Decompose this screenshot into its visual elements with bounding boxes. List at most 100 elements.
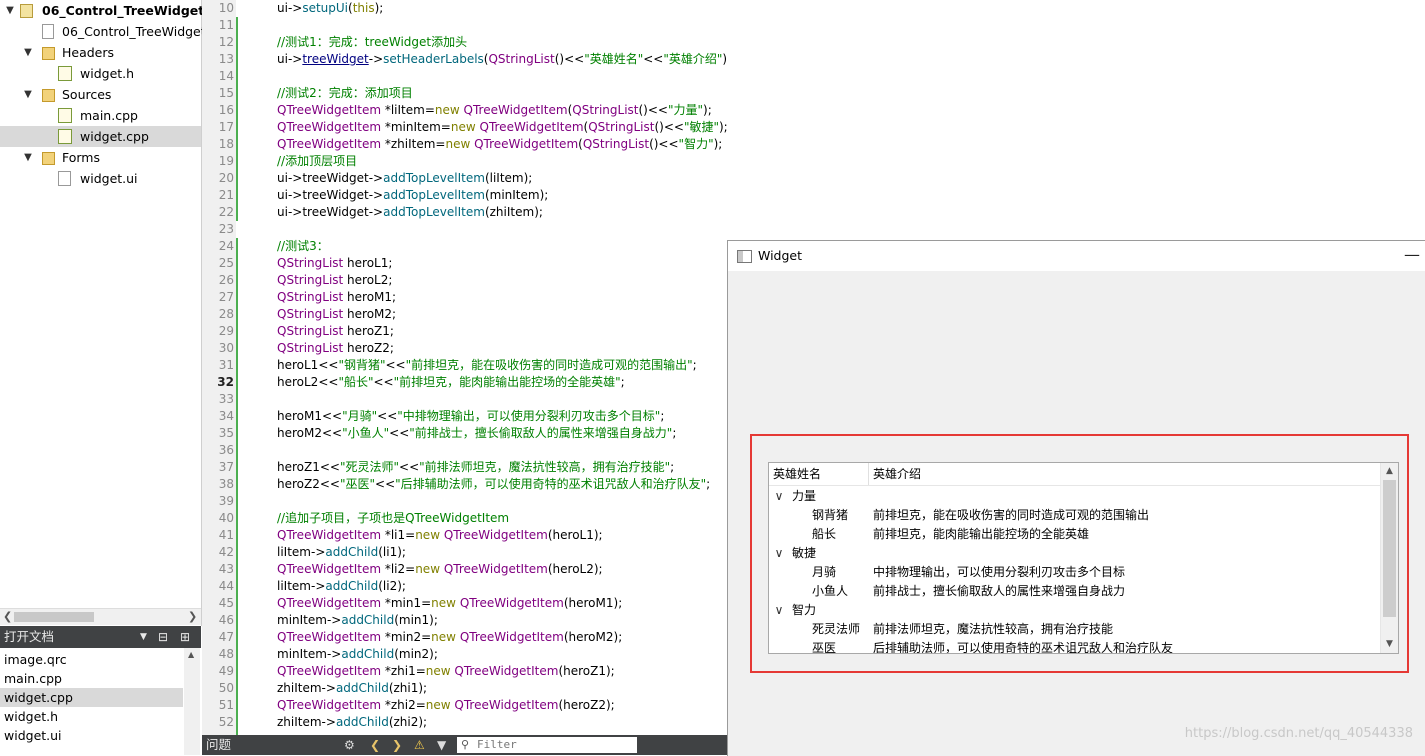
scroll-left-icon[interactable]: ❮	[3, 609, 12, 625]
code-line[interactable]: QStringList heroL2;	[277, 272, 392, 289]
code-line[interactable]: heroL1<<"钢背猪"<<"前排坦克，能在吸收伤害的同时造成可观的范围输出"…	[277, 357, 697, 374]
next-icon[interactable]: ❯	[392, 738, 402, 752]
code-line[interactable]: QTreeWidgetItem *zhi2=new QTreeWidgetIte…	[277, 697, 615, 714]
code-line[interactable]: liItem->addChild(li1);	[277, 544, 406, 561]
close-icon[interactable]: —	[1404, 243, 1420, 267]
filter-icon[interactable]: ▼	[437, 738, 446, 752]
scroll-up-icon[interactable]: ▲	[188, 650, 194, 659]
code-line[interactable]: zhiItem->addChild(zhi1);	[277, 680, 427, 697]
code-line[interactable]: QStringList heroM2;	[277, 306, 396, 323]
tree-child-item[interactable]: 船长 前排坦克，能肉能输出能控场的全能英雄	[769, 525, 1381, 544]
code-line[interactable]: heroZ2<<"巫医"<<"后排辅助法师，可以使用奇特的巫术诅咒敌人和治疗队友…	[277, 476, 710, 493]
chevron-down-icon[interactable]: ▼	[22, 147, 34, 168]
scroll-down-icon[interactable]: ▼	[1381, 639, 1398, 649]
tree-child-item[interactable]: 巫医 后排辅助法师，可以使用奇特的巫术诅咒敌人和治疗队友	[769, 639, 1381, 653]
code-line[interactable]: //测试2：完成：添加项目	[277, 85, 413, 102]
cpp-file-icon	[58, 129, 72, 144]
code-line[interactable]: heroM2<<"小鱼人"<<"前排战士，擅长偷取敌人的属性来增强自身战力";	[277, 425, 676, 442]
code-line[interactable]: ui->setupUi(this);	[277, 0, 383, 17]
chevron-down-icon[interactable]: ▼	[22, 42, 34, 63]
project-root[interactable]: ▼ 06_Control_TreeWidget	[0, 0, 204, 21]
code-line[interactable]: heroZ1<<"死灵法师"<<"前排法师坦克，魔法抗性较高，拥有治疗技能";	[277, 459, 674, 476]
open-docs-scrollbar[interactable]: ▲	[184, 648, 200, 755]
code-line[interactable]: QTreeWidgetItem *li2=new QTreeWidgetItem…	[277, 561, 603, 578]
code-line[interactable]: ui->treeWidget->setHeaderLabels(QStringL…	[277, 51, 727, 68]
scroll-thumb[interactable]	[14, 612, 94, 622]
chevron-down-icon[interactable]: ▼	[4, 0, 16, 21]
tree-child-item[interactable]: 钢背猪 前排坦克，能在吸收伤害的同时造成可观的范围输出	[769, 506, 1381, 525]
tree-item-pro-file[interactable]: 06_Control_TreeWidget.	[0, 21, 210, 42]
tree-item-widget-ui[interactable]: widget.ui	[0, 168, 201, 189]
warning-icon[interactable]: ⚠	[414, 738, 425, 752]
code-line[interactable]: //添加顶层项目	[277, 153, 357, 170]
line-number: 46	[218, 613, 234, 627]
code-line[interactable]: minItem->addChild(min2);	[277, 646, 438, 663]
code-line[interactable]: QStringList heroL1;	[277, 255, 392, 272]
dropdown-icon[interactable]: ▼	[140, 626, 147, 648]
build-icon[interactable]: ⚙	[344, 738, 355, 752]
code-line[interactable]: QTreeWidgetItem *min1=new QTreeWidgetIte…	[277, 595, 622, 612]
code-line[interactable]: QTreeWidgetItem *min2=new QTreeWidgetIte…	[277, 629, 622, 646]
tree-scrollbar[interactable]: ▲ ▼	[1380, 463, 1398, 653]
tree-item-headers[interactable]: ▼ Headers	[0, 42, 201, 63]
code-line[interactable]: zhiItem->addChild(zhi2);	[277, 714, 427, 731]
tree-top-item[interactable]: ∨ 智力	[769, 601, 1381, 620]
line-number: 43	[218, 562, 234, 576]
code-line[interactable]: ui->treeWidget->addTopLevelItem(liItem);	[277, 170, 532, 187]
tree-item-forms[interactable]: ▼ Forms	[0, 147, 201, 168]
open-doc-item[interactable]: widget.cpp	[0, 688, 183, 707]
split-icon[interactable]: ⊟	[158, 626, 168, 648]
tree-child-item[interactable]: 小鱼人 前排战士，擅长偷取敌人的属性来增强自身战力	[769, 582, 1381, 601]
code-line[interactable]: heroL2<<"船长"<<"前排坦克，能肉能输出能控场的全能英雄";	[277, 374, 625, 391]
open-documents-list[interactable]: image.qrc main.cpp widget.cpp widget.h w…	[0, 648, 201, 755]
chevron-down-icon[interactable]: ▼	[22, 84, 34, 105]
code-editor[interactable]: ui->setupUi(this); //测试1：完成：treeWidget添加头…	[240, 0, 727, 735]
chevron-down-icon[interactable]: ∨	[773, 544, 785, 563]
hero-name: 月骑	[812, 565, 837, 579]
code-line[interactable]: ui->treeWidget->addTopLevelItem(minItem)…	[277, 187, 548, 204]
project-tree[interactable]: ▼ 06_Control_TreeWidget 06_Control_TreeW…	[0, 0, 210, 626]
project-hscrollbar[interactable]: ❮ ❯	[0, 608, 201, 625]
code-line[interactable]: QTreeWidgetItem *zhi1=new QTreeWidgetIte…	[277, 663, 615, 680]
scroll-thumb[interactable]	[1383, 480, 1396, 617]
open-doc-item[interactable]: image.qrc	[0, 650, 183, 669]
code-line[interactable]: QStringList heroZ2;	[277, 340, 394, 357]
chevron-down-icon[interactable]: ∨	[773, 487, 785, 506]
code-line[interactable]: //测试3：	[277, 238, 329, 255]
code-line[interactable]: liItem->addChild(li2);	[277, 578, 406, 595]
tree-item-widget-cpp[interactable]: widget.cpp	[0, 126, 201, 147]
code-line[interactable]: QTreeWidgetItem *liItem=new QTreeWidgetI…	[277, 102, 712, 119]
filter-input[interactable]: ⚲ Filter	[457, 737, 637, 753]
code-line[interactable]: QTreeWidgetItem *li1=new QTreeWidgetItem…	[277, 527, 603, 544]
tree-top-item[interactable]: ∨ 敏捷	[769, 544, 1381, 563]
code-line[interactable]: heroM1<<"月骑"<<"中排物理输出，可以使用分裂利刃攻击多个目标";	[277, 408, 664, 425]
code-line[interactable]: QStringList heroZ1;	[277, 323, 394, 340]
code-line[interactable]: //测试1：完成：treeWidget添加头	[277, 34, 467, 51]
tree-child-item[interactable]: 月骑 中排物理输出，可以使用分裂利刃攻击多个目标	[769, 563, 1381, 582]
code-line[interactable]: //追加子项目，子项也是QTreeWidgetItem	[277, 510, 509, 527]
window-titlebar[interactable]: Widget —	[728, 241, 1425, 271]
chevron-down-icon[interactable]: ∨	[773, 601, 785, 620]
code-line[interactable]: QTreeWidgetItem *zhiItem=new QTreeWidget…	[277, 136, 722, 153]
tree-item-widget-h[interactable]: widget.h	[0, 63, 201, 84]
tree-top-item[interactable]: ∨ 力量	[769, 487, 1381, 506]
header-hero-desc[interactable]: 英雄介绍	[869, 463, 1381, 485]
add-panel-icon[interactable]: ⊞	[180, 626, 190, 648]
code-line[interactable]: QTreeWidgetItem *minItem=new QTreeWidget…	[277, 119, 727, 136]
tree-item-sources[interactable]: ▼ Sources	[0, 84, 201, 105]
code-line[interactable]: minItem->addChild(min1);	[277, 612, 438, 629]
open-doc-item[interactable]: widget.h	[0, 707, 183, 726]
tree-child-item[interactable]: 死灵法师 前排法师坦克，魔法抗性较高，拥有治疗技能	[769, 620, 1381, 639]
hero-tree-widget[interactable]: 英雄姓名 英雄介绍 ∨ 力量 钢背猪 前排坦克，能在吸收伤害的同时造成可观的范围输出船…	[768, 462, 1399, 654]
open-doc-item[interactable]: widget.ui	[0, 726, 183, 745]
prev-icon[interactable]: ❮	[370, 738, 380, 752]
open-doc-item[interactable]: main.cpp	[0, 669, 183, 688]
hero-name: 智力	[792, 603, 817, 617]
tree-item-main-cpp[interactable]: main.cpp	[0, 105, 201, 126]
scroll-up-icon[interactable]: ▲	[1381, 466, 1398, 476]
header-hero-name[interactable]: 英雄姓名	[769, 463, 869, 485]
code-line[interactable]: ui->treeWidget->addTopLevelItem(zhiItem)…	[277, 204, 543, 221]
watermark: https://blog.csdn.net/qq_40544338	[1184, 726, 1413, 741]
code-line[interactable]: QStringList heroM1;	[277, 289, 396, 306]
scroll-right-icon[interactable]: ❯	[188, 609, 197, 625]
